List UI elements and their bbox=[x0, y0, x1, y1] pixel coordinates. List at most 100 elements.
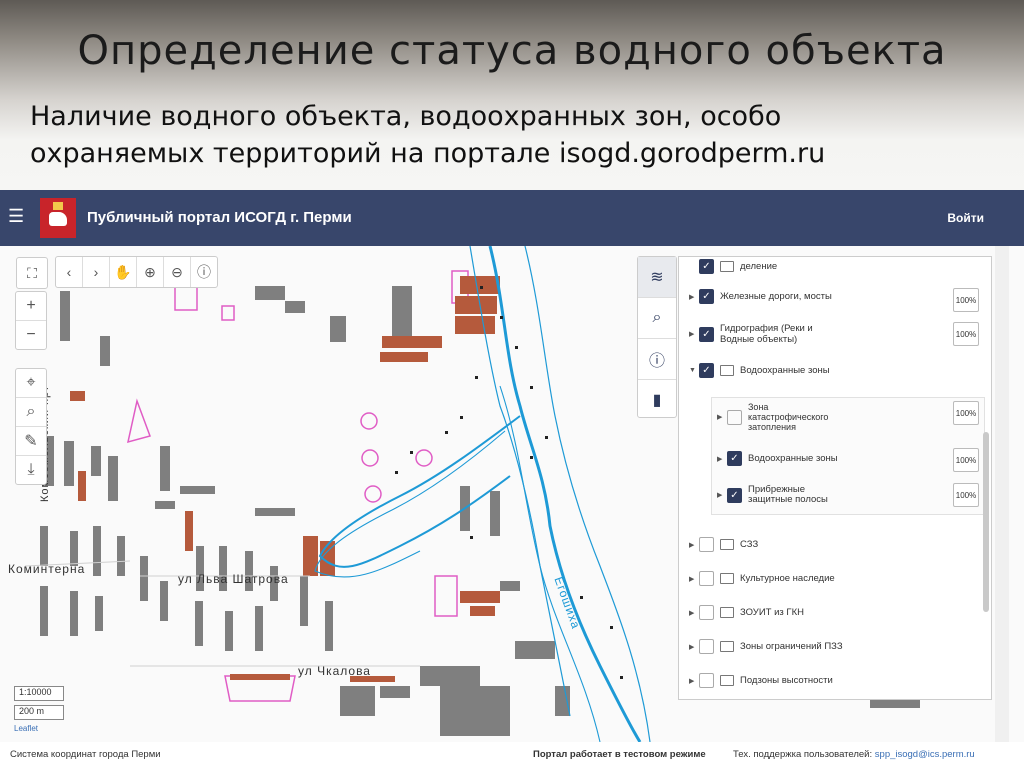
layer-checkbox[interactable] bbox=[699, 605, 714, 620]
layers-panel: ✓ деление ▶ ✓ Железные дороги, мосты 100… bbox=[678, 256, 992, 700]
sublayer-row[interactable]: ▶ Зона катастрофического затопления bbox=[717, 402, 828, 432]
layer-label: Водоохранные зоны bbox=[748, 453, 838, 464]
layer-checkbox[interactable]: ✓ bbox=[727, 487, 742, 503]
zoom-in-area-icon[interactable]: ⊕ bbox=[137, 257, 164, 287]
chevron-right-icon[interactable]: ▶ bbox=[689, 575, 699, 583]
layer-checkbox[interactable] bbox=[699, 571, 714, 586]
chevron-right-icon[interactable]: ▶ bbox=[689, 609, 699, 617]
panel-tab-bar: ≋ ⌕ ⓘ ▮ bbox=[637, 256, 677, 418]
hamburger-icon[interactable]: ☰ bbox=[8, 206, 24, 227]
layer-checkbox[interactable]: ✓ bbox=[699, 259, 714, 274]
portal-header: ☰ Публичный портал ИСОГД г. Перми Войти bbox=[0, 190, 1024, 246]
slide-title: Определение статуса водного объекта bbox=[77, 28, 947, 74]
layer-label: Железные дороги, мосты bbox=[720, 291, 832, 302]
location-pin-icon[interactable]: ⌖ bbox=[16, 369, 46, 398]
zoom-controls: + − bbox=[15, 291, 47, 350]
layer-row[interactable]: ▶ ✓ Железные дороги, мосты bbox=[689, 289, 832, 304]
layer-row[interactable]: ▶ Культурное наследие bbox=[689, 571, 835, 586]
pan-hand-icon[interactable]: ✋ bbox=[110, 257, 137, 287]
layers-icon[interactable]: ≋ bbox=[638, 257, 676, 298]
slide-subtitle: Наличие водного объекта, водоохранных зо… bbox=[30, 98, 990, 172]
attribution-link[interactable]: Leaflet bbox=[14, 724, 38, 733]
layer-row[interactable]: ▶ ЗОУИТ из ГКН bbox=[689, 605, 804, 620]
zoom-out-icon[interactable]: − bbox=[16, 321, 46, 349]
layer-checkbox[interactable]: ✓ bbox=[699, 289, 714, 304]
search-icon[interactable]: ⌕ bbox=[16, 398, 46, 427]
layer-checkbox[interactable] bbox=[699, 673, 714, 688]
opacity-input[interactable]: 100% bbox=[953, 401, 979, 425]
chevron-right-icon[interactable]: ▶ bbox=[717, 491, 727, 499]
layer-checkbox[interactable]: ✓ bbox=[699, 326, 714, 342]
folder-icon bbox=[720, 641, 734, 652]
subtitle-line-1: Наличие водного объекта, водоохранных зо… bbox=[30, 101, 782, 132]
opacity-input[interactable]: 100% bbox=[953, 322, 979, 346]
street-label: Коминтерна bbox=[8, 562, 86, 576]
layer-row[interactable]: ▶ ✓ Гидрография (Реки и Водные объекты) bbox=[689, 323, 813, 345]
chevron-right-icon[interactable]: ▶ bbox=[689, 330, 699, 338]
portal-title: Публичный портал ИСОГД г. Перми bbox=[87, 209, 352, 226]
chevron-right-icon[interactable]: ▶ bbox=[689, 541, 699, 549]
sublayer-row[interactable]: ▶ ✓ Прибрежные защитные полосы bbox=[717, 485, 828, 505]
chevron-right-icon[interactable]: ▶ bbox=[717, 413, 727, 421]
layer-label-line: Водные объекты) bbox=[720, 334, 798, 345]
zoom-out-area-icon[interactable]: ⊖ bbox=[164, 257, 191, 287]
opacity-input[interactable]: 100% bbox=[953, 483, 979, 507]
folder-icon bbox=[720, 539, 734, 550]
map-scrollbar[interactable] bbox=[995, 246, 1009, 742]
sublayer-row[interactable]: ▶ ✓ Водоохранные зоны bbox=[717, 451, 838, 466]
map-canvas[interactable]: Комсомольский прт Коминтерна ул Льва Шат… bbox=[0, 246, 1024, 742]
back-icon[interactable]: ‹ bbox=[56, 257, 83, 287]
support-email-link[interactable]: spp_isogd@ics.perm.ru bbox=[875, 749, 975, 760]
layer-label: Культурное наследие bbox=[740, 573, 835, 584]
folder-icon bbox=[720, 261, 734, 272]
measure-icon[interactable]: ✎ bbox=[16, 427, 46, 456]
map-side-tools: ⌖ ⌕ ✎ ⤓ bbox=[15, 368, 47, 485]
layer-row[interactable]: ▼ ✓ Водоохранные зоны bbox=[689, 363, 830, 378]
layer-label: деление bbox=[740, 261, 778, 272]
layer-label: СЗЗ bbox=[740, 539, 759, 550]
chevron-right-icon[interactable]: ▶ bbox=[689, 643, 699, 651]
layer-label: Прибрежные защитные полосы bbox=[748, 485, 828, 505]
map-toolbar: ⛶ ‹ › ✋ ⊕ ⊖ ⓘ bbox=[16, 256, 218, 289]
search-icon[interactable]: ⌕ bbox=[638, 298, 676, 339]
layer-label: ЗОУИТ из ГКН bbox=[740, 607, 804, 618]
support-info: Тех. поддержка пользователей: spp_isogd@… bbox=[733, 749, 975, 760]
layer-label-line: защитные полосы bbox=[748, 494, 828, 505]
layer-row[interactable]: ✓ деление bbox=[689, 259, 777, 274]
zoom-in-icon[interactable]: + bbox=[16, 292, 46, 321]
layer-row[interactable]: ▶ Подзоны высотности bbox=[689, 673, 833, 688]
layer-checkbox[interactable] bbox=[699, 639, 714, 654]
login-button[interactable]: Войти bbox=[947, 211, 984, 225]
layer-checkbox[interactable]: ✓ bbox=[727, 451, 742, 466]
layer-checkbox[interactable]: ✓ bbox=[699, 363, 714, 378]
street-label: ул Льва Шатрова bbox=[178, 572, 289, 586]
chevron-right-icon[interactable]: ▶ bbox=[717, 455, 727, 463]
layer-checkbox[interactable] bbox=[699, 537, 714, 552]
layer-label-line: катастрофического bbox=[748, 412, 829, 422]
layer-label: Зона катастрофического затопления bbox=[748, 402, 828, 432]
folder-icon bbox=[720, 607, 734, 618]
layer-checkbox[interactable] bbox=[727, 409, 742, 425]
bookmark-icon[interactable]: ▮ bbox=[638, 380, 676, 420]
forward-icon[interactable]: › bbox=[83, 257, 110, 287]
legend-info-icon[interactable]: ⓘ bbox=[638, 339, 676, 380]
folder-icon bbox=[720, 365, 734, 376]
opacity-input[interactable]: 100% bbox=[953, 288, 979, 312]
street-label: ул Чкалова bbox=[298, 664, 371, 678]
panel-scrollbar[interactable] bbox=[983, 432, 989, 612]
chevron-down-icon[interactable]: ▼ bbox=[689, 367, 699, 374]
layer-label-line: Зона bbox=[748, 402, 769, 412]
opacity-input[interactable]: 100% bbox=[953, 448, 979, 472]
portal-footer: Система координат города Перми Портал ра… bbox=[0, 742, 1024, 767]
chevron-right-icon[interactable]: ▶ bbox=[689, 293, 699, 301]
layer-info-icon[interactable]: ⓘ bbox=[191, 257, 217, 287]
chevron-right-icon[interactable]: ▶ bbox=[689, 677, 699, 685]
fullscreen-icon[interactable]: ⛶ bbox=[16, 257, 48, 289]
layer-label: Подзоны высотности bbox=[740, 675, 833, 686]
perm-coat-of-arms-logo bbox=[40, 198, 76, 238]
layer-label: Гидрография (Реки и Водные объекты) bbox=[720, 323, 813, 345]
scale-bar: 200 m bbox=[14, 705, 64, 720]
layer-row[interactable]: ▶ СЗЗ bbox=[689, 537, 758, 552]
layer-row[interactable]: ▶ Зоны ограничений ПЗЗ bbox=[689, 639, 843, 654]
download-icon[interactable]: ⤓ bbox=[16, 456, 46, 484]
